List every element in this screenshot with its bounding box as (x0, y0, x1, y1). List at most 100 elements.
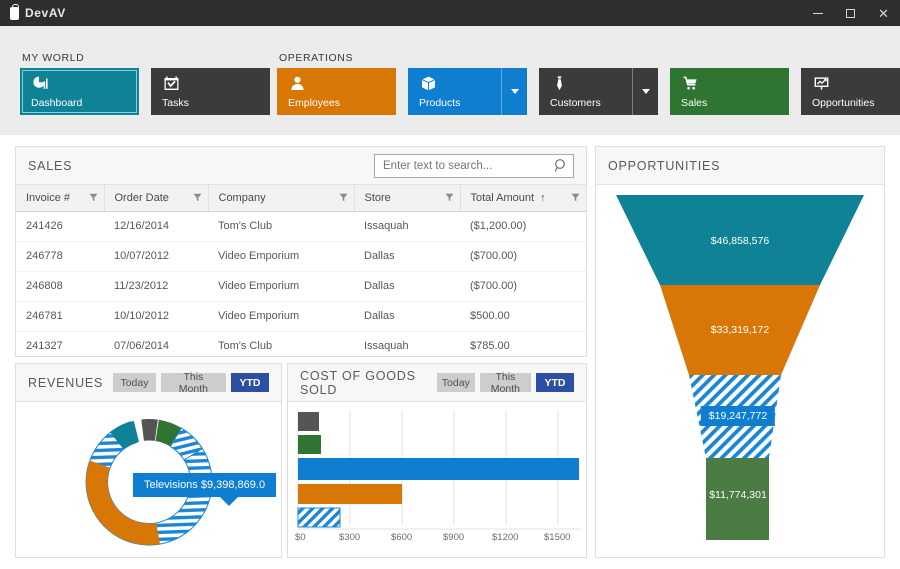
nav-tile-customers[interactable]: Customers (539, 68, 658, 115)
sort-ascending-icon: ↑ (540, 192, 546, 204)
revenues-range-this-month[interactable]: This Month (161, 373, 226, 392)
close-icon: ✕ (878, 7, 889, 20)
revenues-range-ytd[interactable]: YTD (231, 373, 269, 392)
column-label-order-date: Order Date (115, 192, 169, 204)
search-icon[interactable] (554, 158, 568, 173)
nav-tile-label-dashboard: Dashboard (31, 97, 139, 109)
cogs-range-this-month[interactable]: This Month (480, 373, 531, 392)
cell-store: Issaquah (354, 211, 460, 241)
cogs-xtick-300: $300 (339, 532, 360, 543)
cogs-panel-title: COST OF GOODS SOLD (300, 369, 427, 397)
sales-panel-title: SALES (28, 159, 72, 173)
cogs-bars (298, 412, 579, 527)
sales-table-body: 241426 12/16/2014 Tom's Club Issaquah ($… (16, 211, 586, 361)
cogs-xtick-1200: $1200 (492, 532, 518, 543)
cogs-range-selector: Today This Month YTD (437, 373, 574, 392)
app-brand: DevAV (0, 6, 66, 20)
customers-dropdown-button[interactable] (632, 68, 658, 115)
funnel-label-stage-3: $19,247,772 (701, 406, 775, 426)
cell-company: Video Emporium (208, 271, 354, 301)
cell-company: Tom's Club (208, 211, 354, 241)
table-row[interactable]: 246781 10/10/2012 Video Emporium Dallas … (16, 301, 586, 331)
maximize-button[interactable] (834, 0, 867, 26)
dashboard-pie-icon (31, 74, 49, 92)
column-header-order-date[interactable]: Order Date (104, 185, 208, 211)
table-row[interactable]: 246778 10/07/2012 Video Emporium Dallas … (16, 241, 586, 271)
cell-total: ($700.00) (460, 241, 586, 271)
cell-company: Video Emporium (208, 301, 354, 331)
nav-tile-employees[interactable]: Employees (277, 68, 396, 115)
nav-tile-label-sales: Sales (681, 97, 789, 109)
nav-tile-tasks[interactable]: Tasks (151, 68, 270, 115)
cell-order-date: 10/10/2012 (104, 301, 208, 331)
sales-table: Invoice # Order Date (16, 185, 586, 361)
cell-store: Dallas (354, 271, 460, 301)
cell-invoice: 241426 (16, 211, 104, 241)
cell-order-date: 07/06/2014 (104, 331, 208, 361)
bar-televisions[interactable] (298, 458, 579, 480)
search-input[interactable] (374, 154, 574, 178)
cell-order-date: 10/07/2012 (104, 241, 208, 271)
cell-store: Issaquah (354, 331, 460, 361)
sales-panel: SALES Invoice # (15, 146, 587, 357)
revenues-donut-chart[interactable]: Televisions $9,398,869.0 (16, 402, 281, 557)
nav-group-label-my-world: MY WORLD (22, 52, 84, 64)
products-dropdown-button[interactable] (501, 68, 527, 115)
shopping-cart-icon (681, 74, 699, 92)
revenues-panel-title: REVENUES (28, 376, 103, 390)
bar-automation[interactable] (298, 508, 340, 527)
sales-panel-header: SALES (16, 147, 586, 185)
cogs-range-today[interactable]: Today (437, 373, 475, 392)
minimize-button[interactable] (801, 0, 834, 26)
funnel-label-stage-1: $46,858,576 (711, 235, 769, 247)
filter-icon[interactable] (89, 193, 98, 202)
dashboard-body: SALES Invoice # (0, 135, 900, 569)
window-controls: ✕ (801, 0, 900, 26)
cell-total: $785.00 (460, 331, 586, 361)
cogs-bar-svg (288, 402, 588, 558)
filter-icon[interactable] (571, 193, 580, 202)
table-row[interactable]: 246808 11/23/2012 Video Emporium Dallas … (16, 271, 586, 301)
revenues-range-selector: Today This Month YTD (113, 373, 269, 392)
cogs-range-ytd[interactable]: YTD (536, 373, 574, 392)
nav-group-my-world: MY WORLD Dashboard Tasks (20, 68, 282, 115)
opportunities-panel-title: OPPORTUNITIES (608, 159, 720, 173)
opportunities-panel-header: OPPORTUNITIES (596, 147, 884, 185)
close-button[interactable]: ✕ (867, 0, 900, 26)
table-row[interactable]: 241327 07/06/2014 Tom's Club Issaquah $7… (16, 331, 586, 361)
minimize-icon (813, 13, 823, 14)
cogs-xtick-600: $600 (391, 532, 412, 543)
column-header-store[interactable]: Store (354, 185, 460, 211)
cell-invoice: 241327 (16, 331, 104, 361)
cogs-bar-chart[interactable]: $0 $300 $600 $900 $1200 $1500 (288, 402, 586, 557)
app-title: DevAV (25, 6, 66, 20)
bar-projectors[interactable] (298, 435, 321, 454)
column-label-company: Company (219, 192, 266, 204)
nav-tile-label-tasks: Tasks (162, 97, 270, 109)
sales-search (374, 154, 574, 178)
filter-icon[interactable] (445, 193, 454, 202)
person-icon (288, 74, 306, 92)
nav-tile-label-opportunities: Opportunities (812, 97, 900, 109)
filter-icon[interactable] (193, 193, 202, 202)
sales-table-header-row: Invoice # Order Date (16, 185, 586, 211)
bar-video-players[interactable] (298, 484, 402, 504)
chevron-down-icon (642, 89, 650, 94)
opportunities-funnel-chart[interactable]: $46,858,576 $33,319,172 $19,247,772 $11,… (596, 185, 884, 557)
nav-group-operations: OPERATIONS Employees Products Customer (277, 68, 900, 115)
revenues-range-today[interactable]: Today (113, 373, 156, 392)
cell-store: Dallas (354, 241, 460, 271)
nav-tile-dashboard[interactable]: Dashboard (20, 68, 139, 115)
column-header-company[interactable]: Company (208, 185, 354, 211)
column-header-total-amount[interactable]: Total Amount ↑ (460, 185, 586, 211)
table-row[interactable]: 241426 12/16/2014 Tom's Club Issaquah ($… (16, 211, 586, 241)
cell-invoice: 246781 (16, 301, 104, 331)
bar-monitors[interactable] (298, 412, 319, 431)
filter-icon[interactable] (339, 193, 348, 202)
column-header-invoice[interactable]: Invoice # (16, 185, 104, 211)
nav-tile-sales[interactable]: Sales (670, 68, 789, 115)
nav-tile-products[interactable]: Products (408, 68, 527, 115)
cell-order-date: 11/23/2012 (104, 271, 208, 301)
navigation-bar: MY WORLD Dashboard Tasks OPERATIONS (0, 26, 900, 135)
nav-tile-opportunities[interactable]: Opportunities (801, 68, 900, 115)
